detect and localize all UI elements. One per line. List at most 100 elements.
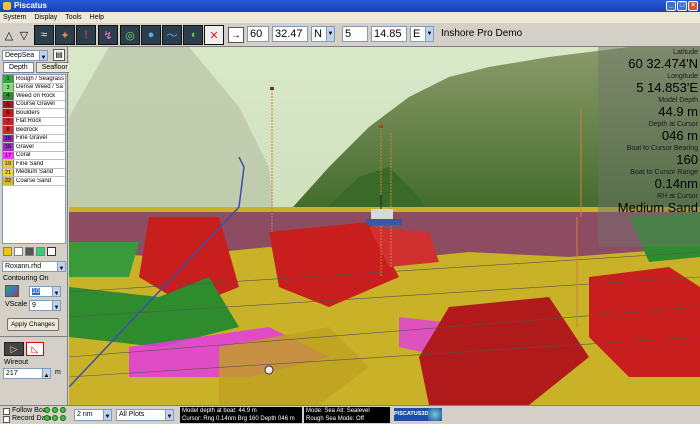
legend-swatch: 5 xyxy=(3,100,14,108)
wireout-field[interactable]: 217 ▲ xyxy=(3,368,51,379)
file-select[interactable]: Roxann.rhd ▼ xyxy=(2,261,66,272)
legend-swatch: 15 xyxy=(3,134,14,142)
status-led xyxy=(44,415,50,421)
tab-depth[interactable]: Depth xyxy=(3,62,34,73)
plots-select[interactable]: All Plots ▼ xyxy=(116,409,174,421)
chart-icon[interactable]: ◺ xyxy=(26,342,44,356)
palette-select[interactable]: DeepSea ▼ xyxy=(2,50,48,61)
arrow-right-icon[interactable]: → xyxy=(228,27,244,43)
menu-tools[interactable]: Tools xyxy=(65,12,81,23)
marker-icon[interactable]: ! xyxy=(76,25,96,45)
minimize-button[interactable]: _ xyxy=(666,1,676,11)
legend-item[interactable]: 15 Fine Gravel xyxy=(3,134,65,143)
toolbar: △ ▽ ≈ ✦ ! ↯ ◎ ● 〜 ◖ ✕ → 60 32.47 N ▼ 5 14… xyxy=(0,23,700,47)
menu-display[interactable]: Display xyxy=(34,12,57,23)
depth-status: Model depth at boat: 44.9 m Cursor: Rng … xyxy=(180,407,302,423)
layers-icon[interactable] xyxy=(36,247,45,256)
menu-system[interactable]: System xyxy=(3,12,26,23)
app-icon xyxy=(3,2,11,10)
contour-select[interactable]: 10 ▼ xyxy=(29,286,61,297)
latitude-degrees-field[interactable]: 60 xyxy=(247,26,269,42)
3d-view[interactable]: Latitude 60 32.474'N Longitude 5 14.853'… xyxy=(69,47,700,405)
contour-color-icon[interactable] xyxy=(5,285,19,297)
fish-icon[interactable]: ≈ xyxy=(34,25,54,45)
follow-boat-checkbox[interactable] xyxy=(3,408,10,415)
status-bar: Follow Boat Record Data 2 nm ▼ All Plots ▼… xyxy=(0,405,700,423)
triangle-up-icon[interactable]: △ xyxy=(2,25,16,45)
legend-label: Coarse Sand xyxy=(16,177,52,184)
status-led xyxy=(60,415,66,421)
legend-item[interactable]: 16 Gravel xyxy=(3,143,65,152)
legend-item[interactable]: 17 Coral xyxy=(3,151,65,160)
apply-changes-button[interactable]: Apply Changes xyxy=(7,318,59,331)
status-led xyxy=(44,407,50,413)
legend-label: Gravel xyxy=(16,143,34,150)
alarm-icon[interactable]: ✕ xyxy=(204,25,224,45)
bearing-label: Boat to Cursor Bearing xyxy=(626,145,698,152)
sun-icon[interactable] xyxy=(3,247,12,256)
latitude-value: 60 32.474'N xyxy=(628,56,698,71)
legend-item[interactable]: 8 Bedrock xyxy=(3,126,65,135)
legend-label: Coral xyxy=(16,152,31,159)
moon-icon[interactable] xyxy=(14,247,23,256)
legend-label: Medium Sand xyxy=(16,169,54,176)
chevron-down-icon: ▼ xyxy=(326,27,334,41)
chevron-down-icon: ▼ xyxy=(103,410,111,420)
longitude-hemisphere-select[interactable]: E ▼ xyxy=(410,26,434,42)
status-line-cursor: Cursor: Rng 0.14nm Brg 160 Depth 046 m xyxy=(182,415,295,422)
legend-item[interactable]: 7 Flat Rock xyxy=(3,117,65,126)
model-depth-label: Model Depth xyxy=(658,97,698,104)
legend-item[interactable]: 19 Fine Sand xyxy=(3,160,65,169)
fish-icon[interactable] xyxy=(25,247,34,256)
longitude-minutes-field[interactable]: 14.85 xyxy=(371,26,407,42)
menu-help[interactable]: Help xyxy=(90,12,104,23)
legend-swatch: 6 xyxy=(3,109,14,117)
latitude-hemisphere-select[interactable]: N ▼ xyxy=(311,26,335,42)
status-led xyxy=(52,415,58,421)
compass-icon[interactable]: ✦ xyxy=(55,25,75,45)
longitude-value: 5 14.853'E xyxy=(636,80,698,95)
legend-item[interactable]: 4 Weed on Rock xyxy=(3,92,65,101)
legend-swatch: 16 xyxy=(3,143,14,151)
vscale-select[interactable]: 9 ▼ xyxy=(29,300,61,311)
legend-label: Course Gravel xyxy=(16,101,55,108)
globe-icon[interactable]: ◎ xyxy=(120,25,140,45)
record-data-checkbox[interactable] xyxy=(3,416,10,423)
chevron-down-icon: ▼ xyxy=(52,287,60,297)
legend-item[interactable]: 6 Boulders xyxy=(3,109,65,118)
earth-icon[interactable]: ● xyxy=(141,25,161,45)
window-title: Piscatus xyxy=(14,1,47,10)
longitude-degrees-field[interactable]: 5 xyxy=(342,26,368,42)
close-button[interactable]: × xyxy=(688,1,698,11)
legend-swatch: 21 xyxy=(3,168,14,176)
boat-icon[interactable]: ▷ xyxy=(4,342,24,356)
route-icon[interactable]: ↯ xyxy=(98,25,118,45)
range-value: 0.14nm xyxy=(654,176,698,191)
legend-swatch: 4 xyxy=(3,92,14,100)
legend-item[interactable]: 5 Course Gravel xyxy=(3,100,65,109)
maximize-button[interactable]: □ xyxy=(677,1,687,11)
legend-item[interactable]: 21 Medium Sand xyxy=(3,168,65,177)
save-icon[interactable]: ▤ xyxy=(53,49,65,61)
seafloor-legend: 1 Rough / Seagrass 3 Dense Weed / Sa 4 Weed o… xyxy=(2,74,66,244)
range-select[interactable]: 2 nm ▼ xyxy=(74,409,112,421)
chevron-down-icon: ▼ xyxy=(57,262,65,272)
latitude-label: Latitude xyxy=(673,49,698,56)
legend-item[interactable]: 1 Rough / Seagrass xyxy=(3,75,65,84)
legend-label: Fine Sand xyxy=(16,160,44,167)
latitude-minutes-field[interactable]: 32.47 xyxy=(272,26,308,42)
waves-icon[interactable]: 〜 xyxy=(162,25,182,45)
triangle-down-icon[interactable]: ▽ xyxy=(17,25,31,45)
bearing-value: 160 xyxy=(676,152,698,167)
wireout-unit: m xyxy=(55,369,61,376)
legend-swatch: 22 xyxy=(3,177,14,185)
status-line-model-depth: Model depth at boat: 44.9 m xyxy=(182,408,257,414)
legend-item[interactable]: 22 Coarse Sand xyxy=(3,177,65,186)
legend-item[interactable]: 3 Dense Weed / Sa xyxy=(3,83,65,92)
globe-icon xyxy=(428,408,442,421)
grid-icon[interactable] xyxy=(47,247,56,256)
legend-swatch: 19 xyxy=(3,160,14,168)
depth-icon[interactable]: ◖ xyxy=(183,25,203,45)
legend-label: Weed on Rock xyxy=(16,92,56,99)
mode-status: Mode: Sea Alt: Sealevel Rough Sea Mode: … xyxy=(304,407,390,423)
